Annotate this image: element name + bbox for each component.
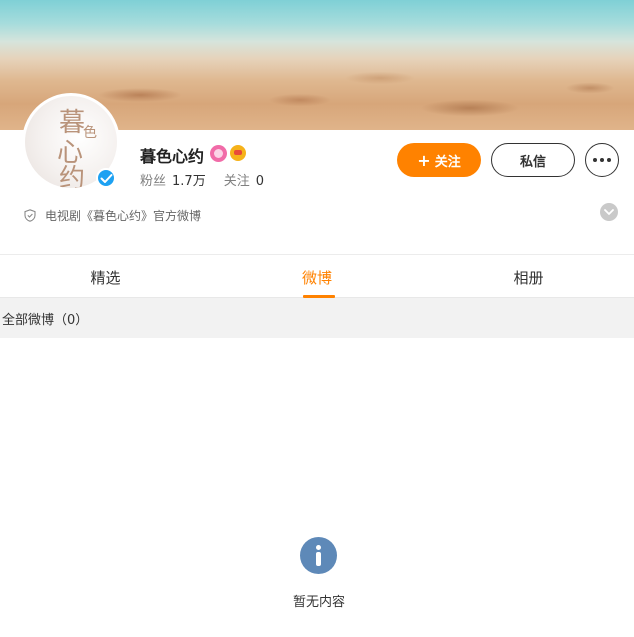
profile-tabs: 精选 微博 相册 [0,254,634,298]
fans-count[interactable]: 1.7万 [172,174,206,189]
follow-button-label: 关注 [434,154,461,170]
following-count[interactable]: 0 [256,174,264,189]
follow-button[interactable]: + 关注 [397,143,481,177]
message-button[interactable]: 私信 [491,143,575,177]
tab-featured[interactable]: 精选 [0,255,211,299]
following-label: 关注 [223,174,250,189]
description-text: 电视剧《暮色心约》官方微博 [45,209,202,223]
chevron-down-icon[interactable] [600,203,618,221]
profile-description: 电视剧《暮色心约》官方微博 [24,207,201,224]
filter-label: 全部微博（0） [2,312,89,328]
profile-name: 暮色心约 [140,147,205,166]
shield-icon [24,209,36,222]
plus-icon: + [417,150,431,170]
verified-check-icon [96,168,116,188]
more-dots-icon[interactable] [585,143,619,177]
empty-state-text: 暂无内容 [292,595,345,610]
weibo-filter-bar[interactable]: 全部微博（0） [0,298,634,338]
tab-album[interactable]: 相册 [423,255,634,299]
fans-label: 粉丝 [140,174,167,189]
vip-badge-icon [230,145,246,161]
profile-stats: 粉丝 1.7万 关注 0 [140,170,264,189]
tab-weibo[interactable]: 微博 [211,255,423,299]
info-icon [300,537,337,574]
member-badge-icon [210,145,227,162]
